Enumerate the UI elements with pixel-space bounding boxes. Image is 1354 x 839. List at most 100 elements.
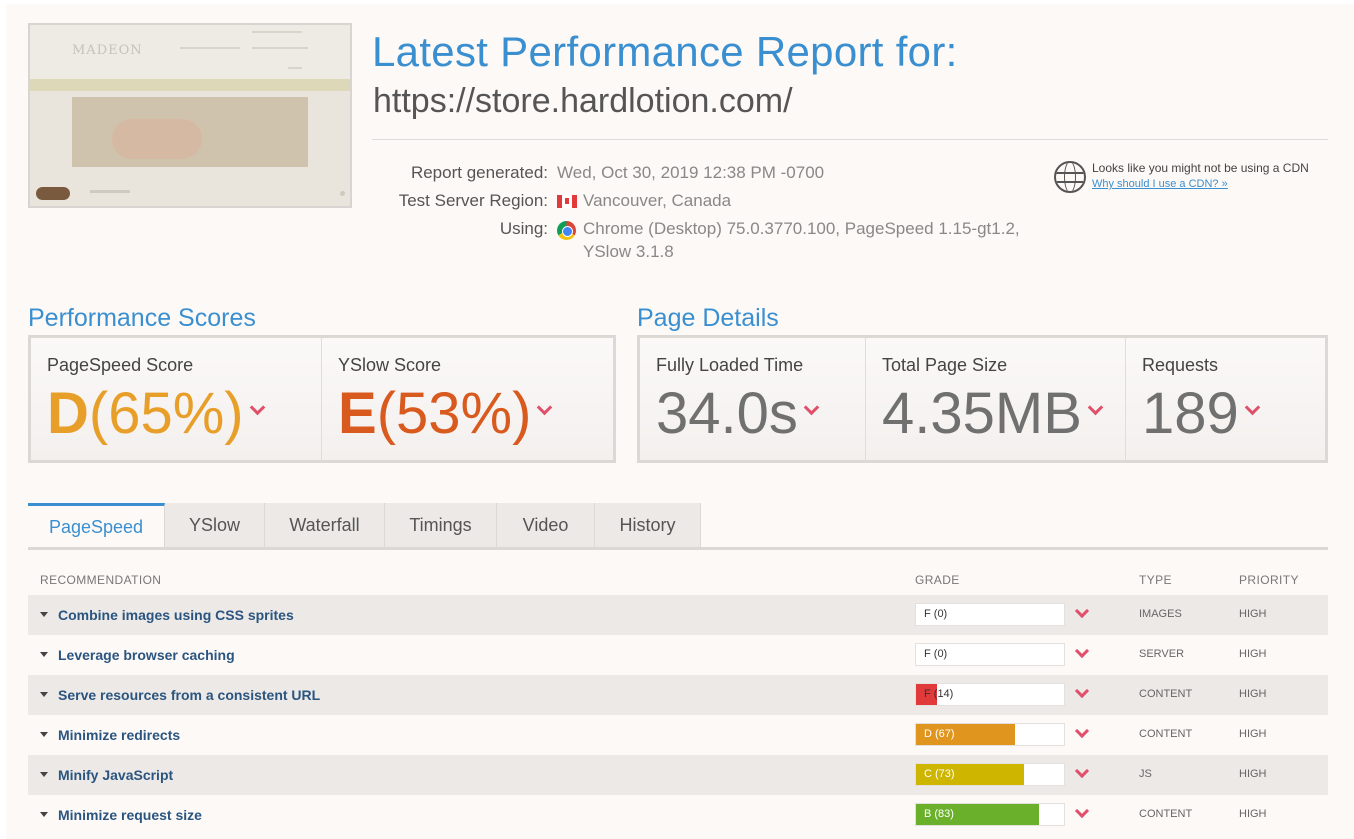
page-size-value: 4.35MB (882, 381, 1104, 447)
tab-timings[interactable]: Timings (385, 503, 497, 548)
recommendation-link[interactable]: Serve resources from a consistent URL (58, 687, 320, 703)
yslow-percent: (53%) (376, 381, 532, 446)
table-row[interactable]: Minimize redirects D (67) CONTENT HIGH (28, 715, 1328, 755)
fully-loaded-card[interactable]: Fully Loaded Time 34.0s (640, 338, 866, 460)
performance-scores-title: Performance Scores (28, 304, 256, 332)
using-value-line1: Chrome (Desktop) 75.0.3770.100, PageSpee… (583, 219, 1020, 238)
performance-scores-box: PageSpeed Score D(65%) YSlow Score E(53%… (28, 335, 616, 463)
page-size-card[interactable]: Total Page Size 4.35MB (866, 338, 1126, 460)
priority-cell: HIGH (1239, 728, 1267, 740)
divider (372, 139, 1328, 140)
table-row[interactable]: Serve resources from a consistent URL F (… (28, 675, 1328, 715)
table-row[interactable]: Combine images using CSS sprites F (0) IMA… (28, 595, 1328, 635)
tab-video[interactable]: Video (497, 503, 595, 548)
type-cell: CONTENT (1139, 728, 1193, 740)
grade-bar: F (14) (915, 683, 1065, 706)
column-header-priority[interactable]: PRIORITY (1239, 573, 1299, 587)
recommendation-link[interactable]: Combine images using CSS sprites (58, 607, 294, 623)
server-region-value: Vancouver, Canada (583, 191, 732, 210)
priority-cell: HIGH (1239, 768, 1267, 780)
tab-underline (28, 547, 1328, 550)
chevron-down-icon (803, 399, 820, 416)
expand-triangle-icon[interactable] (40, 612, 48, 617)
chevron-down-icon (1074, 803, 1090, 819)
tab-pagespeed[interactable]: PageSpeed (28, 503, 165, 548)
page-size-label: Total Page Size (882, 355, 1008, 375)
chevron-down-icon (1087, 399, 1104, 416)
type-cell: CONTENT (1139, 688, 1193, 700)
chevron-down-icon (1074, 723, 1090, 739)
table-row[interactable]: Minimize request size B (83) CONTENT HIGH (28, 795, 1328, 835)
thumbnail-button (36, 187, 70, 200)
page-details-title: Page Details (637, 304, 779, 332)
yslow-score-value: E(53%) (338, 381, 553, 447)
table-row[interactable]: Leverage browser caching F (0) SERVER HIGH (28, 635, 1328, 675)
table-row[interactable]: Minify JavaScript C (73) JS HIGH (28, 755, 1328, 795)
globe-icon (1054, 161, 1086, 193)
site-screenshot-thumbnail[interactable]: MADEON (28, 23, 352, 208)
column-header-grade[interactable]: GRADE (915, 573, 960, 587)
grade-bar: B (83) (915, 803, 1065, 826)
type-cell: IMAGES (1139, 608, 1182, 620)
chevron-down-icon (249, 399, 265, 416)
expand-triangle-icon[interactable] (40, 772, 48, 777)
report-generated-value: Wed, Oct 30, 2019 12:38 PM -0700 (557, 163, 825, 182)
type-cell: SERVER (1139, 648, 1185, 660)
requests-label: Requests (1142, 355, 1219, 375)
grade-text: C (73) (924, 768, 955, 780)
chevron-down-icon (1244, 399, 1261, 416)
priority-cell: HIGH (1239, 648, 1267, 660)
chevron-down-icon (1074, 763, 1090, 779)
priority-cell: HIGH (1239, 808, 1267, 820)
cdn-notice: Looks like you might not be using a CDN (1092, 161, 1309, 175)
pagespeed-percent: (65%) (88, 381, 244, 446)
report-generated-label: Report generated: (410, 163, 548, 182)
recommendation-link[interactable]: Minimize request size (58, 807, 202, 823)
cdn-info-link[interactable]: Why should I use a CDN? » (1092, 178, 1228, 190)
expand-triangle-icon[interactable] (40, 692, 48, 697)
grade-text: F (14) (924, 688, 954, 700)
yslow-grade: E (338, 381, 377, 446)
fully-loaded-label: Fully Loaded Time (656, 355, 804, 375)
type-cell: JS (1139, 768, 1152, 780)
yslow-score-card[interactable]: YSlow Score E(53%) (322, 338, 613, 460)
chrome-icon (557, 221, 576, 240)
column-header-type[interactable]: TYPE (1139, 573, 1172, 587)
grade-bar: C (73) (915, 763, 1065, 786)
pagespeed-grade: D (47, 381, 89, 446)
tab-waterfall[interactable]: Waterfall (265, 503, 385, 548)
chevron-down-icon (537, 399, 553, 416)
chevron-down-icon (1074, 643, 1090, 659)
tested-url: https://store.hardlotion.com/ (373, 82, 793, 120)
grade-bar: F (0) (915, 603, 1065, 626)
priority-cell: HIGH (1239, 688, 1267, 700)
chevron-down-icon (1074, 683, 1090, 699)
grade-text: F (0) (924, 608, 948, 620)
grade-text: F (0) (924, 648, 948, 660)
canada-flag-icon (557, 195, 577, 208)
pagespeed-score-value: D(65%) (47, 381, 265, 447)
pagespeed-score-card[interactable]: PageSpeed Score D(65%) (31, 338, 322, 460)
recommendation-link[interactable]: Leverage browser caching (58, 647, 235, 663)
using-value-line2: YSlow 3.1.8 (583, 242, 674, 261)
recommendation-link[interactable]: Minimize redirects (58, 727, 180, 743)
page-details-box: Fully Loaded Time 34.0s Total Page Size … (637, 335, 1328, 463)
thumbnail-logo: MADEON (72, 43, 143, 58)
grade-text: B (83) (924, 808, 954, 820)
column-header-recommendation[interactable]: RECOMMENDATION (40, 573, 161, 587)
expand-triangle-icon[interactable] (40, 652, 48, 657)
priority-cell: HIGH (1239, 608, 1267, 620)
requests-card[interactable]: Requests 189 (1126, 338, 1325, 460)
expand-triangle-icon[interactable] (40, 732, 48, 737)
type-cell: CONTENT (1139, 808, 1193, 820)
fully-loaded-value: 34.0s (656, 381, 820, 447)
using-label: Using: (499, 219, 548, 238)
chevron-down-icon (1074, 603, 1090, 619)
pagespeed-score-label: PageSpeed Score (47, 355, 194, 375)
tab-history[interactable]: History (595, 503, 701, 548)
recommendation-link[interactable]: Minify JavaScript (58, 767, 173, 783)
tab-yslow[interactable]: YSlow (165, 503, 265, 548)
expand-triangle-icon[interactable] (40, 812, 48, 817)
yslow-score-label: YSlow Score (338, 355, 442, 375)
server-region-label: Test Server Region: (398, 191, 548, 210)
